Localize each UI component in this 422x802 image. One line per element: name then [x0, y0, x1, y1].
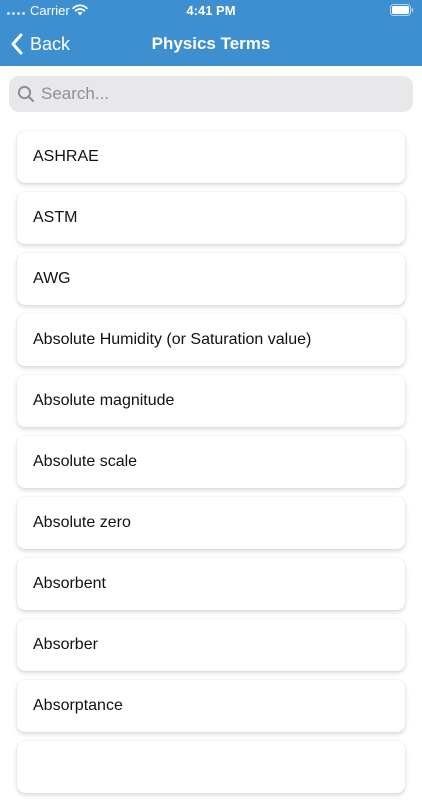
list-item-label: Absolute scale [33, 453, 138, 470]
list-item-label: AWG [33, 270, 71, 287]
list-item[interactable]: Absorber [17, 619, 405, 671]
status-bar: Carrier 4:41 PM [0, 0, 422, 22]
list-item-label: ASHRAE [33, 148, 99, 165]
list-item[interactable]: Absolute zero [17, 497, 405, 549]
list-item-label: Absolute magnitude [33, 392, 175, 409]
list-item[interactable]: AWG [17, 253, 405, 305]
list-item[interactable] [17, 741, 405, 793]
list-item[interactable]: Absolute Humidity (or Saturation value) [17, 314, 405, 366]
list-item-label: Absolute zero [33, 514, 131, 531]
list-item[interactable]: Absolute scale [17, 436, 405, 488]
search-input[interactable] [41, 76, 413, 112]
list-item-label: Absorbent [33, 575, 106, 592]
list-item[interactable]: ASHRAE [17, 131, 405, 183]
list-item-label: Absorptance [33, 697, 123, 714]
list-item[interactable]: ASTM [17, 192, 405, 244]
list-item[interactable]: Absorptance [17, 680, 405, 732]
battery-icon [390, 4, 414, 16]
list-item[interactable]: Absorbent [17, 558, 405, 610]
back-label: Back [30, 34, 71, 54]
terms-list: ASHRAE ASTM AWG Absolute Humidity (or Sa… [0, 131, 422, 802]
navigation-bar: Back Physics Terms [0, 22, 422, 66]
list-item[interactable]: Absolute magnitude [17, 375, 405, 427]
list-item-label: ASTM [33, 209, 78, 226]
list-item-label: Absorber [33, 636, 98, 653]
search-icon [17, 85, 35, 103]
search-bar[interactable] [9, 76, 413, 112]
status-time: 4:41 PM [186, 3, 236, 18]
chevron-left-icon [11, 33, 23, 55]
top-bar: Carrier 4:41 PM Back Physics Terms [0, 0, 422, 66]
list-item-label: Absolute Humidity (or Saturation value) [33, 331, 312, 348]
back-button[interactable]: Back [10, 22, 70, 66]
